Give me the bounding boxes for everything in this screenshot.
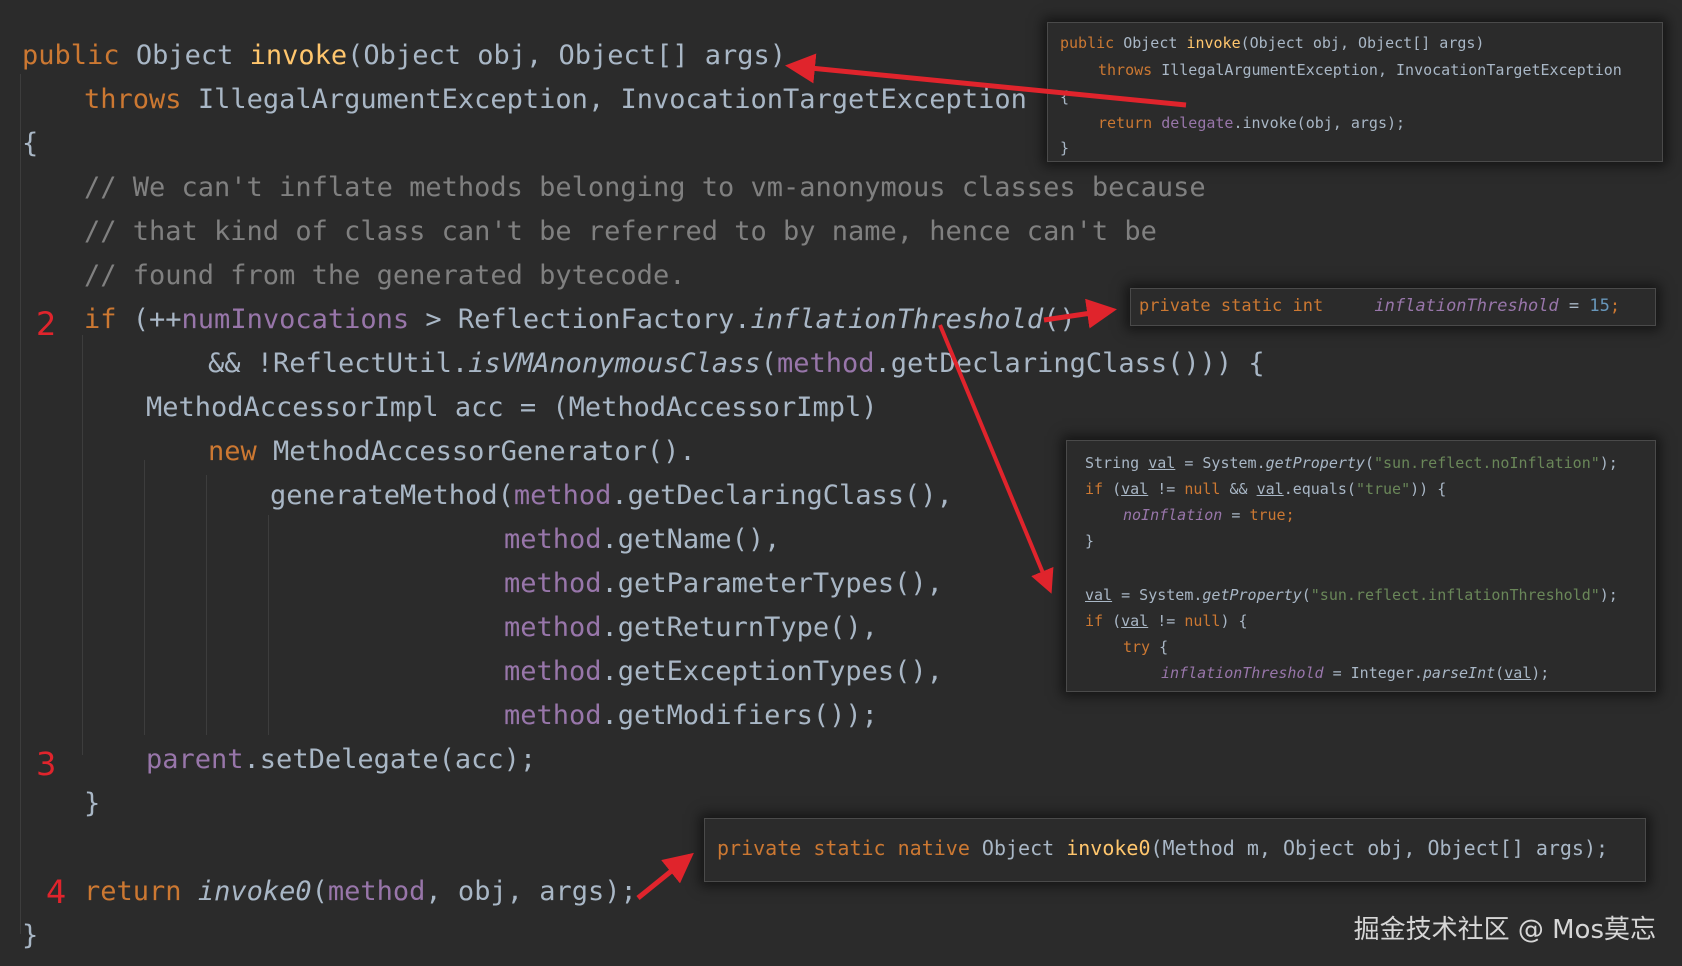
watermark: 掘金技术社区 @ Mos莫忘	[1353, 915, 1656, 945]
arrow-to-threshold-popup	[1043, 298, 1117, 329]
arrow-to-signature	[785, 53, 1187, 108]
arrow-to-invoke0-popup	[636, 852, 694, 900]
annotation-arrows	[636, 53, 1187, 900]
arrow-to-properties-popup	[938, 324, 1054, 594]
